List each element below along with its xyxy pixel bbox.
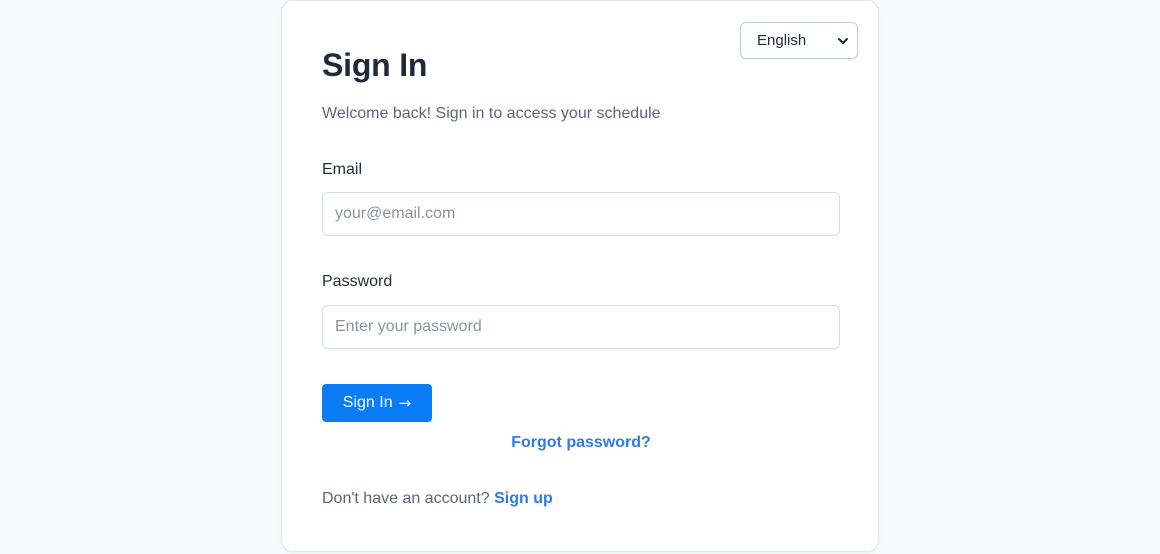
signup-prompt-text: Don't have an account? [322, 490, 490, 507]
language-select[interactable]: English [740, 22, 858, 59]
sign-in-card: English Sign In Welcome back! Sign in to… [281, 0, 879, 552]
arrow-right-icon: → [398, 394, 412, 412]
email-label: Email [322, 161, 363, 178]
page-title: Sign In [322, 47, 428, 83]
forgot-password-link[interactable]: Forgot password? [322, 434, 840, 452]
chevron-down-icon [838, 37, 848, 44]
page-subtitle: Welcome back! Sign in to access your sch… [322, 105, 661, 122]
password-field[interactable] [322, 305, 840, 349]
language-select-value: English [757, 32, 807, 49]
sign-up-link[interactable]: Sign up [494, 490, 553, 507]
sign-in-button-label: Sign In [342, 394, 393, 411]
sign-in-button[interactable]: Sign In → [322, 384, 432, 422]
email-field[interactable] [322, 192, 840, 236]
signup-prompt: Don't have an account? Sign up [322, 490, 553, 508]
password-label: Password [322, 273, 393, 290]
